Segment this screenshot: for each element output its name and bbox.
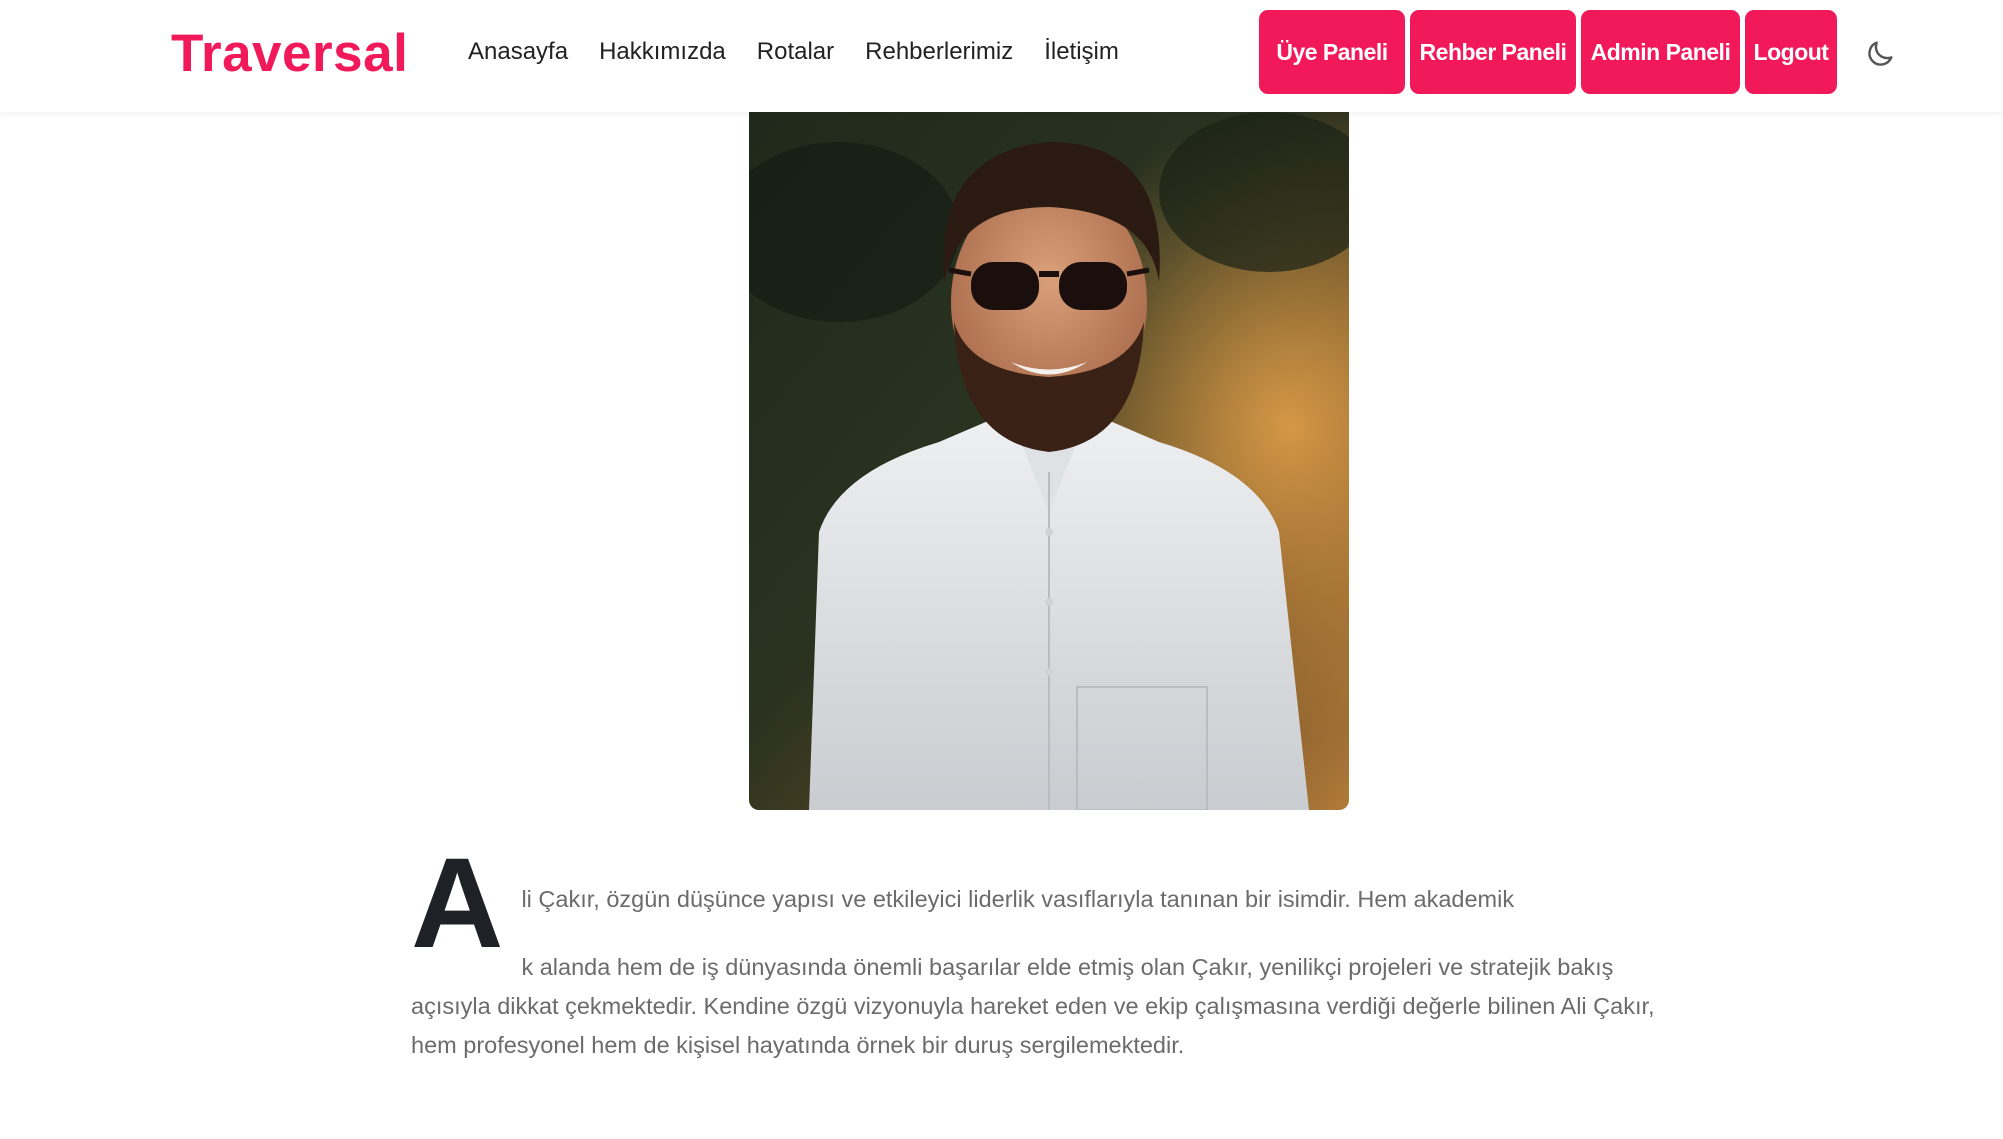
main-nav: Anasayfa Hakkımızda Rotalar Rehberlerimi…: [468, 34, 1150, 70]
drop-cap: A: [411, 832, 504, 975]
brand-logo[interactable]: Traversal: [171, 22, 408, 86]
nav-link-routes[interactable]: Rotalar: [757, 34, 834, 70]
admin-panel-button[interactable]: Admin Paneli: [1581, 10, 1740, 94]
logout-button[interactable]: Logout: [1745, 10, 1837, 94]
bio-first-line: li Çakır, özgün düşünce yapısı ve etkile…: [521, 886, 1515, 912]
bio-text: k alanda hem de iş dünyasında önemli baş…: [411, 954, 1655, 1058]
moon-icon[interactable]: [1862, 36, 1898, 72]
navbar: Traversal Anasayfa Hakkımızda Rotalar Re…: [0, 0, 2003, 112]
nav-link-about[interactable]: Hakkımızda: [599, 34, 726, 70]
profile-photo: [749, 112, 1349, 810]
profile-bio: A li Çakır, özgün düşünce yapısı ve etki…: [411, 832, 1681, 1065]
portrait-illustration: [749, 112, 1349, 810]
nav-link-guides[interactable]: Rehberlerimiz: [865, 34, 1013, 70]
member-panel-button[interactable]: Üye Paneli: [1259, 10, 1405, 94]
nav-link-home[interactable]: Anasayfa: [468, 34, 568, 70]
nav-link-contact[interactable]: İletişim: [1044, 34, 1119, 70]
guide-panel-button[interactable]: Rehber Paneli: [1410, 10, 1576, 94]
